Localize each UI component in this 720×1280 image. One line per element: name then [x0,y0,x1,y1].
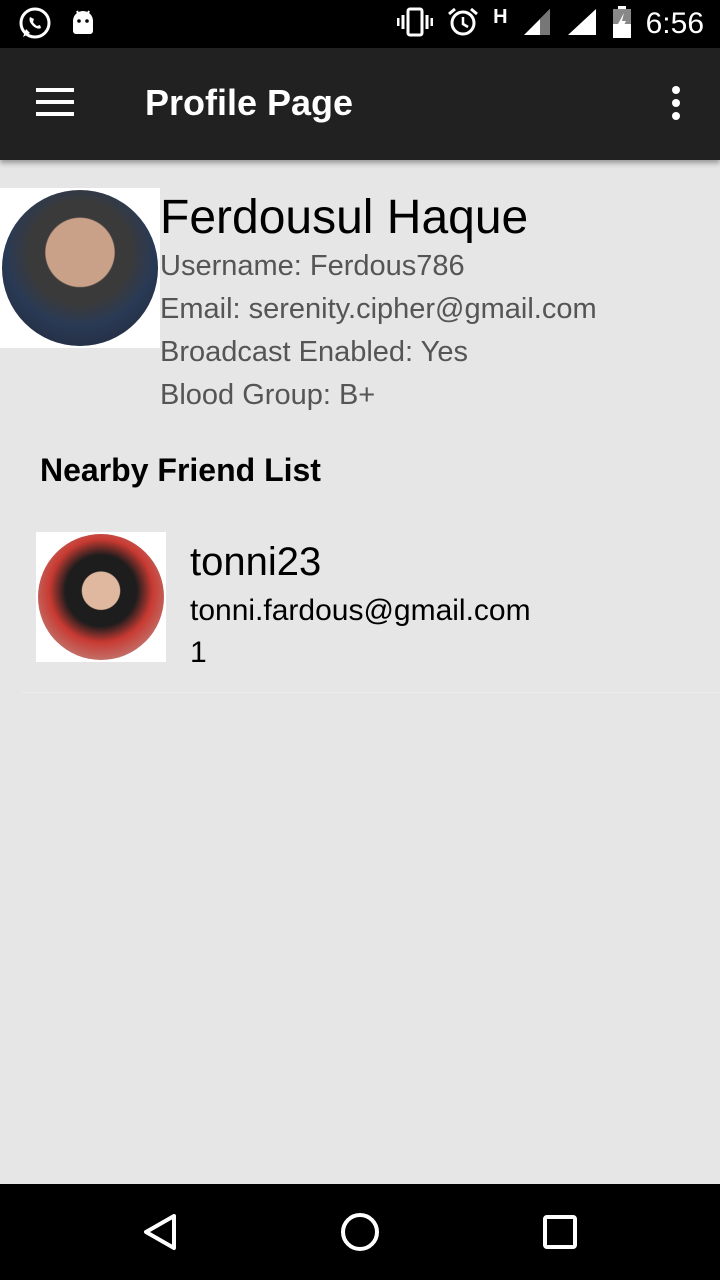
nearby-friend-list-title: Nearby Friend List [40,452,321,488]
profile-info: Ferdousul Haque Username: Ferdous786 Ema… [160,191,597,417]
app-toolbar: Profile Page [0,48,720,160]
alarm-icon [447,6,479,42]
navigation-bar [0,1184,720,1280]
home-icon[interactable] [336,1208,384,1256]
wifi-icon [566,7,598,41]
friend-value: 1 [190,636,207,669]
profile-name: Ferdousul Haque [160,191,529,244]
profile-avatar[interactable] [0,188,160,348]
signal-icon [522,7,552,41]
friend-photo [38,534,164,660]
android-icon [70,9,96,41]
list-item[interactable]: tonni23 tonni.fardous@gmail.com 1 [22,520,720,693]
profile-photo [2,190,158,346]
profile-username: Username: Ferdous786 [160,249,465,282]
overflow-menu-icon[interactable] [664,86,688,126]
status-time: 6:56 [645,7,704,40]
back-icon[interactable] [136,1208,184,1256]
status-bar: H 6:56 [0,0,720,48]
recents-icon[interactable] [536,1208,584,1256]
whatsapp-icon [18,6,52,44]
friend-name: tonni23 [190,540,322,584]
friend-avatar [36,532,166,662]
page-title: Profile Page [145,82,354,123]
profile-email: Email: serenity.cipher@gmail.com [160,292,597,325]
network-type-label: H [493,5,508,28]
profile-broadcast: Broadcast Enabled: Yes [160,335,468,368]
menu-icon[interactable] [36,88,76,120]
vibrate-icon [396,7,434,41]
profile-blood-group: Blood Group: B+ [160,378,376,411]
friend-email: tonni.fardous@gmail.com [190,594,531,627]
battery-icon [612,6,632,42]
